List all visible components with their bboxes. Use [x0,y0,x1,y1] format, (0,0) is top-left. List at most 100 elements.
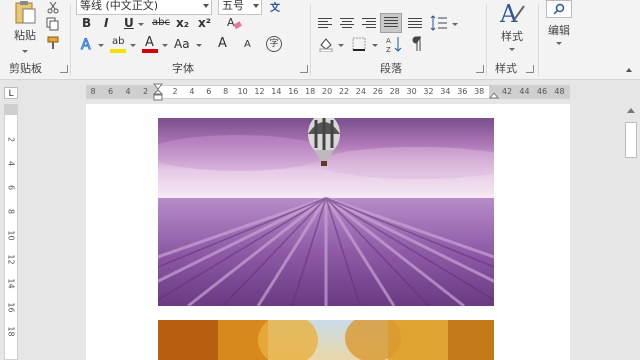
clear-formatting-icon[interactable]: A [226,15,242,31]
paste-dropdown-icon[interactable] [22,50,28,53]
ruler-tick-label: 22 [338,87,350,96]
shading-icon[interactable] [318,36,334,52]
change-case-button[interactable]: Aa [174,37,190,51]
right-indent-marker-icon[interactable] [489,92,499,104]
align-right-button[interactable] [362,16,378,30]
ruler-tick-label: 34 [440,87,451,96]
text-effects-dropdown-icon[interactable] [98,44,104,47]
line-spacing-dropdown-icon[interactable] [452,23,458,26]
text-effects-icon[interactable]: A [80,36,96,53]
sort-icon[interactable]: AZ [386,35,406,53]
justify-button[interactable] [380,13,402,33]
ruler-tick-label: 12 [254,87,265,96]
font-name-combo[interactable]: 等线 (中文正文) [76,0,212,15]
autumn-trees-image[interactable] [158,320,494,360]
italic-button[interactable]: I [104,16,108,30]
ribbon: 粘贴 剪贴板 等线 (中文正文) 五号 文 B I U abc x₂ x² A … [0,0,640,80]
vertical-tick-label: 4 [6,160,16,167]
document-page[interactable] [86,104,570,360]
vertical-tick-label: 10 [6,230,16,241]
ruler-tick-label: 16 [288,87,299,96]
ruler-tick-label: 18 [305,87,316,96]
ruler-top-margin [5,105,17,115]
font-color-glyph: A [145,35,154,50]
paragraph-group-label: 段落 [380,62,402,75]
scrollbar-thumb[interactable] [625,122,637,158]
borders-dropdown-icon[interactable] [372,44,378,47]
indent-marker-icon[interactable] [153,83,163,103]
clipboard-group-label: 剪贴板 [9,62,42,75]
align-left-button[interactable] [318,16,334,30]
cut-icon[interactable] [46,2,60,14]
paste-button[interactable]: 粘贴 [8,0,42,44]
ruler-tick-label: 4 [189,87,195,96]
highlight-color-bar [110,49,126,53]
horizontal-ruler[interactable]: 8 6 4 2 2 4 6 8 10 12 14 16 18 20 22 24 26 28 30 32 34 36 38 42… [86,83,570,101]
vertical-tick-label: 2 [6,136,16,143]
vertical-tick-label: 14 [6,278,16,289]
styles-label: 样式 [501,30,523,43]
superscript-button[interactable]: x² [198,16,211,30]
lavender-field-image[interactable] [158,118,494,306]
copy-icon[interactable] [46,17,60,31]
styles-button[interactable]: A 样式 [492,0,532,58]
styles-group-label: 样式 [495,62,517,75]
vertical-tick-label: 8 [6,208,16,215]
align-center-button[interactable] [340,16,356,30]
tab-selector[interactable]: L [4,87,18,99]
phonetic-button[interactable]: 字 [266,36,282,52]
font-launcher-icon[interactable] [300,65,308,73]
ruler-tick-label: 36 [457,87,468,96]
distributed-button[interactable] [408,16,424,30]
font-size-combo[interactable]: 五号 [218,0,262,15]
borders-icon[interactable] [352,37,366,51]
ruler-tick-label: 6 [107,87,114,96]
svg-text:A: A [386,37,391,45]
clipboard-icon [15,1,36,24]
font-color-bar [142,49,158,53]
svg-text:A: A [227,16,235,29]
underline-dropdown-icon[interactable] [138,23,144,26]
change-case-dropdown-icon[interactable] [196,44,202,47]
format-painter-icon[interactable] [46,36,60,50]
ruler-tick-label: 32 [423,87,434,96]
editing-button[interactable]: 编辑 [542,0,576,46]
autumn-trees-graphic [158,320,494,360]
vertical-scrollbar[interactable] [622,104,640,360]
chevron-down-icon [203,4,209,8]
find-box [546,0,572,18]
shrink-font-button[interactable]: A [244,39,251,50]
ruler-tick-label: 4 [125,87,131,96]
ruler-tick-label: 44 [519,87,530,96]
grow-font-button[interactable]: A [218,36,227,51]
font-color-button[interactable]: A [142,35,160,53]
ruler-tick-label: 28 [389,87,400,96]
strikethrough-button[interactable]: abc [152,17,170,28]
search-icon [553,3,565,15]
show-marks-icon[interactable] [410,35,424,53]
bold-button[interactable]: B [82,16,91,30]
ruler-tick-label: 8 [90,87,96,96]
paragraph-launcher-icon[interactable] [476,65,484,73]
font-name-value: 等线 (中文正文) [80,0,159,12]
line-spacing-icon[interactable] [430,14,448,32]
svg-text:Z: Z [386,46,391,53]
phonetic-glyph: 字 [269,39,279,49]
editing-dropdown-icon [556,42,562,45]
styles-launcher-icon[interactable] [526,65,534,73]
font-color-dropdown-icon[interactable] [162,44,168,47]
subscript-button[interactable]: x₂ [176,16,189,30]
svg-text:A: A [81,37,91,52]
underline-button[interactable]: U [124,16,134,30]
shading-dropdown-icon[interactable] [338,44,344,47]
highlight-dropdown-icon[interactable] [130,44,136,47]
vertical-ruler[interactable]: 2 4 6 8 10 12 14 16 18 [4,104,18,360]
wen-button[interactable]: 文 [270,0,280,14]
paste-label: 粘贴 [14,29,36,42]
clipboard-launcher-icon[interactable] [60,65,68,73]
highlight-button[interactable]: ab [110,35,128,53]
vertical-tick-label: 18 [6,326,16,337]
collapse-ribbon-icon[interactable] [626,68,632,72]
ruler-tick-label: 48 [554,87,565,96]
scroll-up-icon[interactable] [627,108,635,113]
